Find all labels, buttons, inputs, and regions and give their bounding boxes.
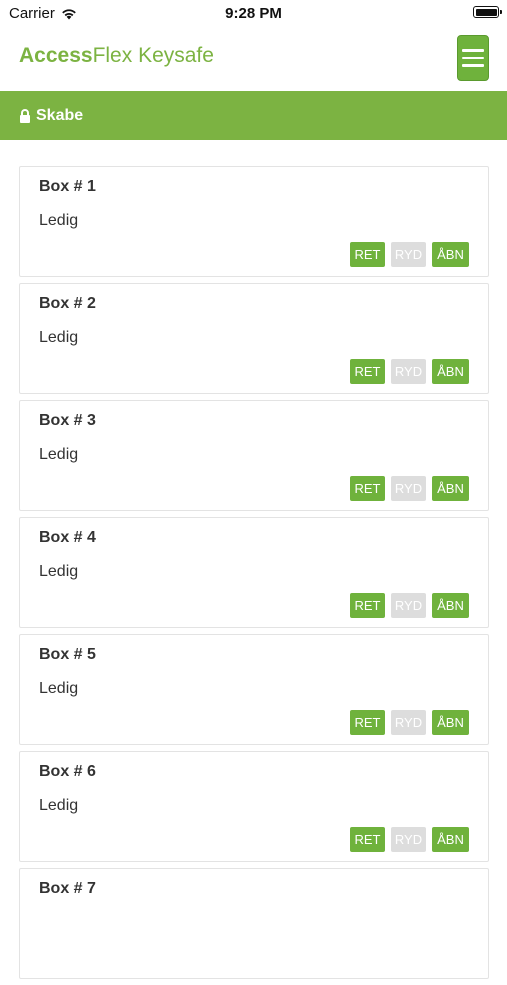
ryd-button[interactable]: RYD [391, 593, 426, 618]
menu-button[interactable] [457, 35, 489, 81]
box-actions: RET RYD ÅBN [344, 476, 469, 501]
abn-button[interactable]: ÅBN [432, 359, 469, 384]
box-status: Ledig [39, 680, 79, 697]
app-header: AccessFlex Keysafe [0, 28, 507, 90]
ryd-button[interactable]: RYD [391, 359, 426, 384]
section-banner: Skabe [0, 91, 507, 140]
ret-button[interactable]: RET [350, 827, 385, 852]
ryd-button[interactable]: RYD [391, 242, 426, 267]
box-actions: RET RYD ÅBN [344, 359, 469, 384]
battery-level [475, 8, 497, 16]
hamburger-icon-bar [462, 64, 484, 67]
box-title: Box # 1 [39, 178, 96, 195]
box-status: Ledig [39, 446, 79, 463]
box-card: Box # 2 Ledig RET RYD ÅBN [19, 283, 489, 394]
app-title-rest: Flex Keysafe [92, 44, 214, 67]
box-card: Box # 7 [19, 868, 489, 979]
section-title: Skabe [36, 106, 84, 124]
status-time: 9:28 PM [225, 5, 282, 22]
box-card: Box # 5 Ledig RET RYD ÅBN [19, 634, 489, 745]
abn-button[interactable]: ÅBN [432, 476, 469, 501]
abn-button[interactable]: ÅBN [432, 593, 469, 618]
ret-button[interactable]: RET [350, 593, 385, 618]
box-title: Box # 4 [39, 529, 96, 546]
hamburger-icon [462, 49, 484, 52]
abn-button[interactable]: ÅBN [432, 242, 469, 267]
battery-icon [473, 6, 502, 18]
box-status: Ledig [39, 212, 79, 229]
ret-button[interactable]: RET [350, 242, 385, 267]
box-list: Box # 1 Ledig RET RYD ÅBN Box # 2 Ledig … [19, 166, 489, 985]
box-card: Box # 1 Ledig RET RYD ÅBN [19, 166, 489, 277]
box-title: Box # 6 [39, 763, 96, 780]
ret-button[interactable]: RET [350, 359, 385, 384]
box-card: Box # 3 Ledig RET RYD ÅBN [19, 400, 489, 511]
box-actions: RET RYD ÅBN [344, 827, 469, 852]
box-title: Box # 3 [39, 412, 96, 429]
abn-button[interactable]: ÅBN [432, 710, 469, 735]
box-status: Ledig [39, 563, 79, 580]
lock-icon [20, 108, 30, 123]
box-title: Box # 7 [39, 880, 96, 897]
box-actions: RET RYD ÅBN [344, 593, 469, 618]
box-actions: RET RYD ÅBN [344, 710, 469, 735]
ryd-button[interactable]: RYD [391, 827, 426, 852]
box-status: Ledig [39, 797, 79, 814]
status-bar: Carrier 9:28 PM [0, 0, 507, 28]
ret-button[interactable]: RET [350, 476, 385, 501]
app-title: AccessFlex Keysafe [19, 44, 214, 68]
box-title: Box # 2 [39, 295, 96, 312]
box-card: Box # 4 Ledig RET RYD ÅBN [19, 517, 489, 628]
box-status: Ledig [39, 329, 79, 346]
ret-button[interactable]: RET [350, 710, 385, 735]
ryd-button[interactable]: RYD [391, 476, 426, 501]
box-actions: RET RYD ÅBN [344, 242, 469, 267]
box-title: Box # 5 [39, 646, 96, 663]
abn-button[interactable]: ÅBN [432, 827, 469, 852]
hamburger-icon-bar [462, 56, 484, 60]
ryd-button[interactable]: RYD [391, 710, 426, 735]
app-title-bold: Access [19, 44, 93, 67]
box-card: Box # 6 Ledig RET RYD ÅBN [19, 751, 489, 862]
